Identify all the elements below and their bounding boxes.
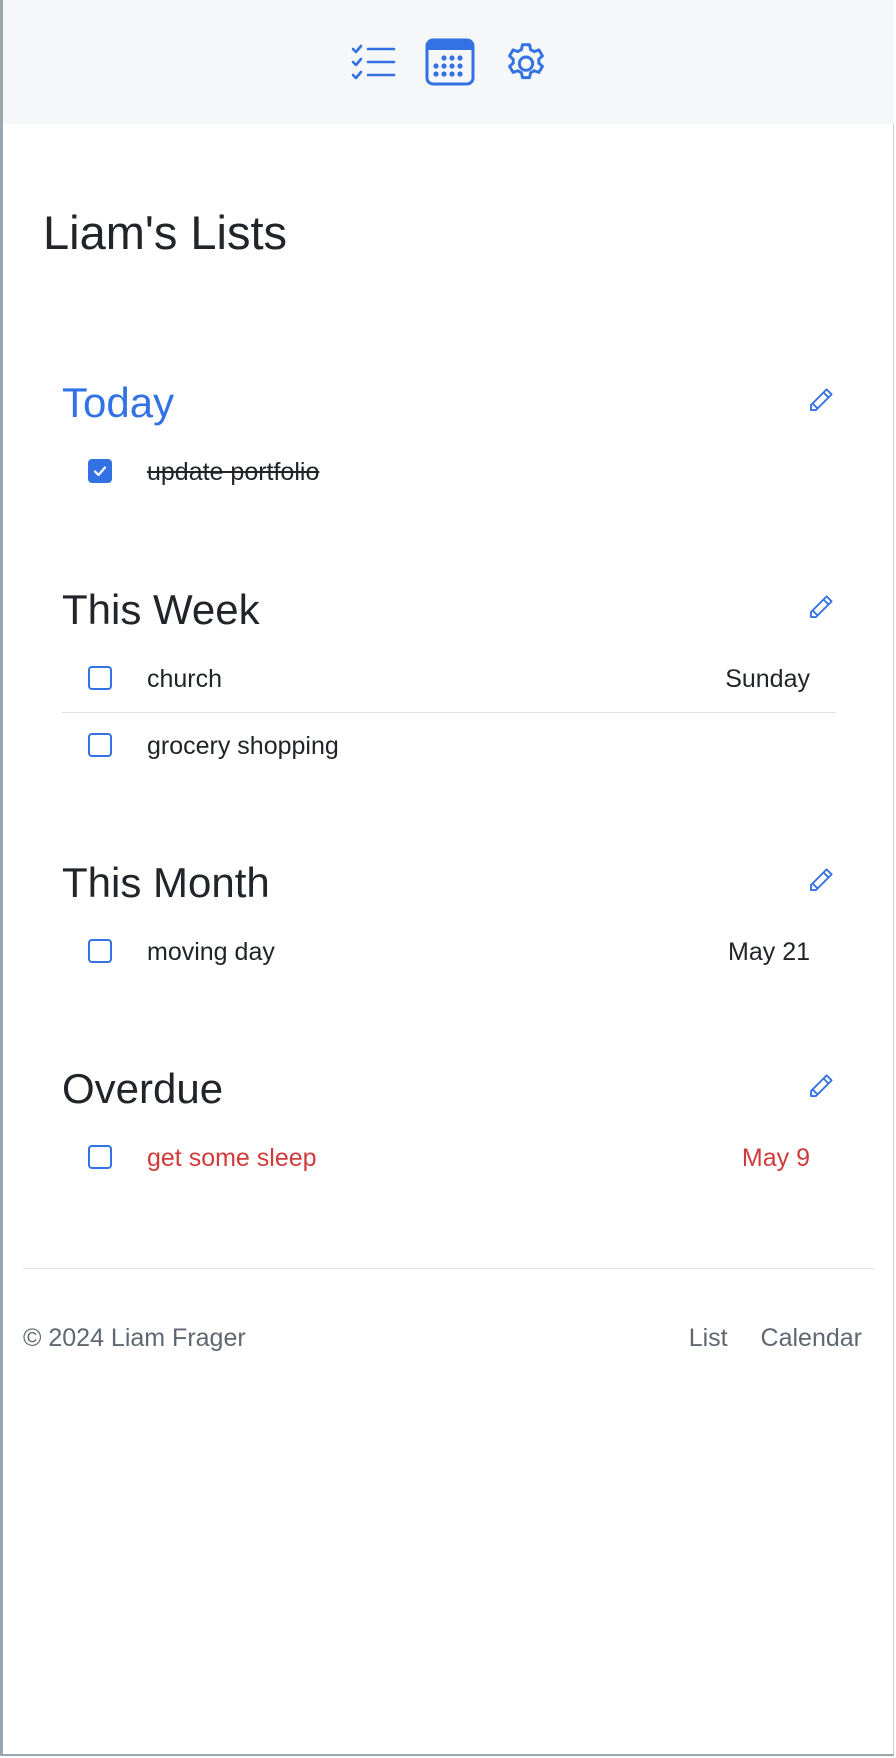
- footer-link-calendar[interactable]: Calendar: [761, 1324, 862, 1352]
- section-header: Today: [62, 367, 836, 439]
- section-today: Today update portfolio: [62, 367, 836, 505]
- pencil-icon[interactable]: [806, 865, 836, 895]
- task-checkbox[interactable]: [88, 459, 112, 483]
- task-date: May 21: [728, 938, 810, 966]
- section-overdue: Overdue get some sleep May 9: [62, 1053, 836, 1191]
- task-item: church Sunday: [62, 646, 836, 712]
- section-title[interactable]: Today: [62, 367, 174, 439]
- gear-icon[interactable]: [500, 36, 552, 88]
- footer-divider: [23, 1268, 875, 1269]
- pencil-icon[interactable]: [806, 385, 836, 415]
- task-label[interactable]: get some sleep: [147, 1125, 317, 1191]
- task-checkbox[interactable]: [88, 1145, 112, 1169]
- task-checkbox[interactable]: [88, 939, 112, 963]
- task-checkbox[interactable]: [88, 733, 112, 757]
- section-header: This Week: [62, 574, 836, 646]
- section-header: This Month: [62, 847, 836, 919]
- footer-links: List Calendar: [663, 1318, 862, 1358]
- task-item: grocery shopping: [62, 712, 836, 779]
- footer-copyright: © 2024 Liam Frager: [23, 1324, 246, 1352]
- top-navbar: [3, 0, 894, 124]
- task-date: Sunday: [725, 665, 810, 693]
- calendar-icon[interactable]: [424, 36, 476, 88]
- footer-link-list[interactable]: List: [689, 1324, 728, 1352]
- task-item: update portfolio: [62, 439, 836, 505]
- pencil-icon[interactable]: [806, 1071, 836, 1101]
- task-checkbox[interactable]: [88, 666, 112, 690]
- section-title[interactable]: This Month: [62, 847, 270, 919]
- task-label[interactable]: update portfolio: [147, 439, 319, 505]
- task-label[interactable]: grocery shopping: [147, 713, 339, 779]
- task-date: May 9: [741, 1144, 810, 1172]
- task-label[interactable]: moving day: [147, 919, 275, 985]
- section-header: Overdue: [62, 1053, 836, 1125]
- pencil-icon[interactable]: [806, 592, 836, 622]
- section-title[interactable]: Overdue: [62, 1053, 223, 1125]
- page-title: Liam's Lists: [43, 206, 288, 259]
- task-item: get some sleep May 9: [62, 1125, 836, 1191]
- task-item: moving day May 21: [62, 919, 836, 985]
- list-check-icon[interactable]: [347, 36, 399, 88]
- section-title[interactable]: This Week: [62, 574, 260, 646]
- section-this-month: This Month moving day May 21: [62, 847, 836, 985]
- section-this-week: This Week church Sunday grocery shopping: [62, 574, 836, 779]
- task-label[interactable]: church: [147, 646, 222, 712]
